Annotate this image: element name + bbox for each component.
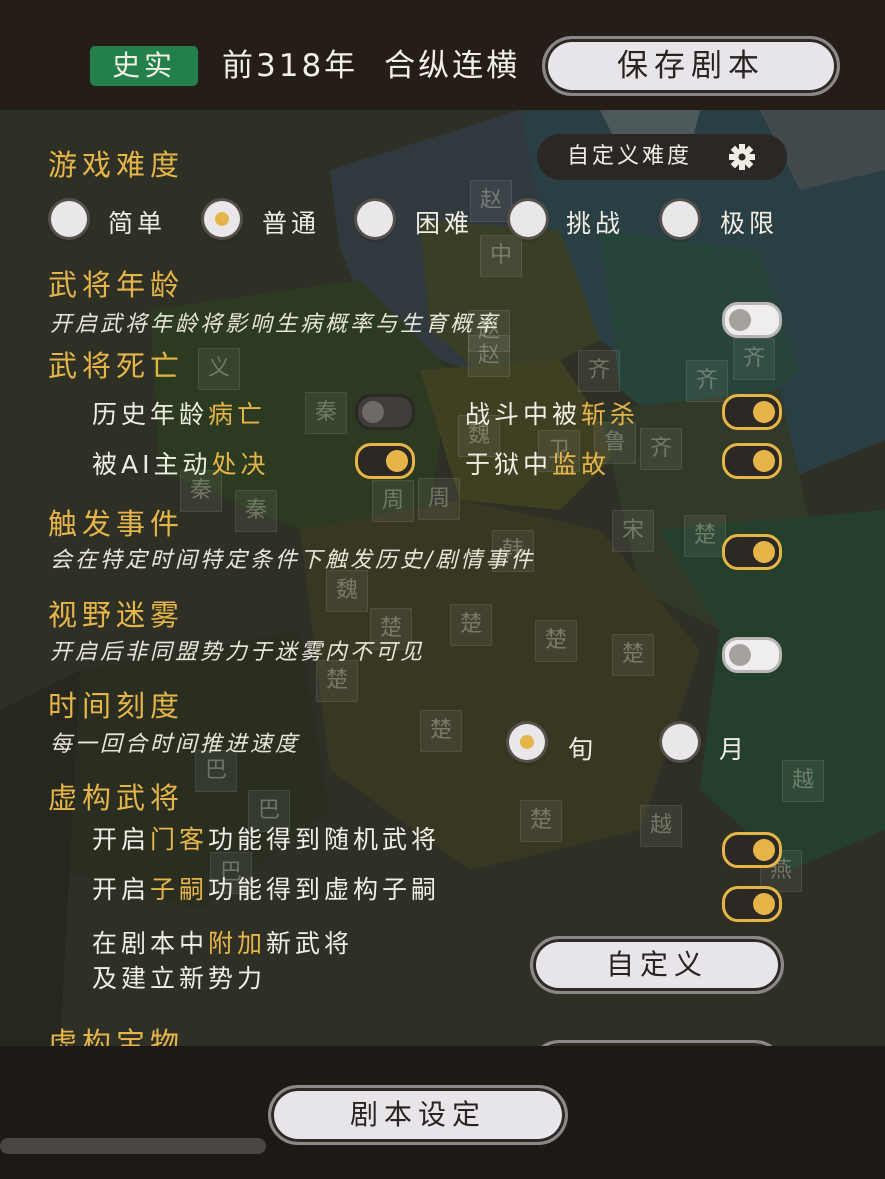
addon-label-line2: 及建立新势力 — [92, 964, 267, 993]
difficulty-radio-extreme[interactable] — [662, 201, 698, 237]
death-battle-label: 战斗中被斩杀 — [465, 400, 640, 429]
difficulty-label-extreme: 极限 — [720, 209, 779, 238]
custom-difficulty-button[interactable]: 自定义难度 — [537, 134, 787, 180]
difficulty-label-challenge: 挑战 — [566, 209, 625, 238]
zisi-label: 开启子嗣功能得到虚构子嗣 — [92, 875, 441, 904]
difficulty-radio-hard[interactable] — [357, 201, 393, 237]
fog-toggle[interactable] — [722, 637, 782, 673]
general-age-heading: 武将年龄 — [48, 268, 185, 302]
difficulty-radio-easy[interactable] — [51, 201, 87, 237]
death-natural-toggle[interactable] — [355, 394, 415, 430]
time-scale-heading: 时间刻度 — [48, 689, 185, 723]
custom-generals-button[interactable]: 自定义 — [530, 936, 784, 994]
fog-desc: 开启后非同盟势力于迷雾内不可见 — [50, 640, 426, 665]
menke-toggle[interactable] — [722, 832, 782, 868]
fictional-generals-heading: 虚构武将 — [48, 781, 185, 815]
general-death-heading: 武将死亡 — [48, 349, 185, 383]
time-scale-radio-xun[interactable] — [509, 724, 545, 760]
difficulty-radio-normal[interactable] — [204, 201, 240, 237]
fictional-treasures-heading: 虚构宝物 — [48, 1026, 185, 1046]
events-heading: 触发事件 — [48, 507, 185, 541]
general-age-toggle[interactable] — [722, 302, 782, 338]
events-desc: 会在特定时间特定条件下触发历史/剧情事件 — [50, 548, 536, 573]
scenario-name: 合纵连横 — [384, 48, 521, 84]
time-scale-label-xun: 旬 — [568, 735, 598, 764]
death-natural-label: 历史年龄病亡 — [92, 400, 267, 429]
time-scale-desc: 每一回合时间推进速度 — [50, 732, 301, 757]
save-scenario-button[interactable]: 保存剧本 — [542, 36, 840, 96]
time-scale-label-month: 月 — [719, 735, 749, 764]
time-scale-radio-month[interactable] — [662, 724, 698, 760]
custom-difficulty-label: 自定义难度 — [567, 144, 693, 169]
difficulty-heading: 游戏难度 — [48, 148, 185, 182]
death-execute-toggle[interactable] — [355, 443, 415, 479]
death-battle-toggle[interactable] — [722, 394, 782, 430]
gear-icon — [729, 134, 755, 197]
scenario-year: 前318年 — [222, 48, 359, 84]
zisi-toggle[interactable] — [722, 886, 782, 922]
difficulty-label-easy: 简单 — [108, 209, 167, 238]
death-execute-label: 被AI主动处决 — [92, 450, 270, 479]
general-age-desc: 开启武将年龄将影响生病概率与生育概率 — [50, 312, 501, 337]
horizontal-scrollbar[interactable] — [0, 1138, 266, 1154]
difficulty-label-normal: 普通 — [262, 209, 321, 238]
death-prison-toggle[interactable] — [722, 443, 782, 479]
death-prison-label: 于狱中监故 — [465, 450, 611, 479]
addon-label: 在剧本中附加新武将 — [92, 929, 354, 958]
settings-panel[interactable]: 赵赵赵中齐齐齐义秦魏卫鲁齐秦秦周周韩宋楚魏楚楚楚楚楚巴巴巴楚越越楚燕 游戏难度 … — [0, 110, 885, 1046]
scenario-title: 前318年 合纵连横 — [222, 42, 520, 90]
fog-heading: 视野迷雾 — [48, 598, 185, 632]
settings-content: 游戏难度 自定义难度 简单 普通 困难 挑战 极限 武将年龄 开启武将年龄将影响… — [0, 110, 885, 1046]
history-badge: 史实 — [90, 46, 198, 86]
menke-label: 开启门客功能得到随机武将 — [92, 825, 441, 854]
difficulty-label-hard: 困难 — [415, 209, 474, 238]
events-toggle[interactable] — [722, 534, 782, 570]
scenario-settings-button[interactable]: 剧本设定 — [268, 1085, 568, 1145]
difficulty-radio-challenge[interactable] — [510, 201, 546, 237]
